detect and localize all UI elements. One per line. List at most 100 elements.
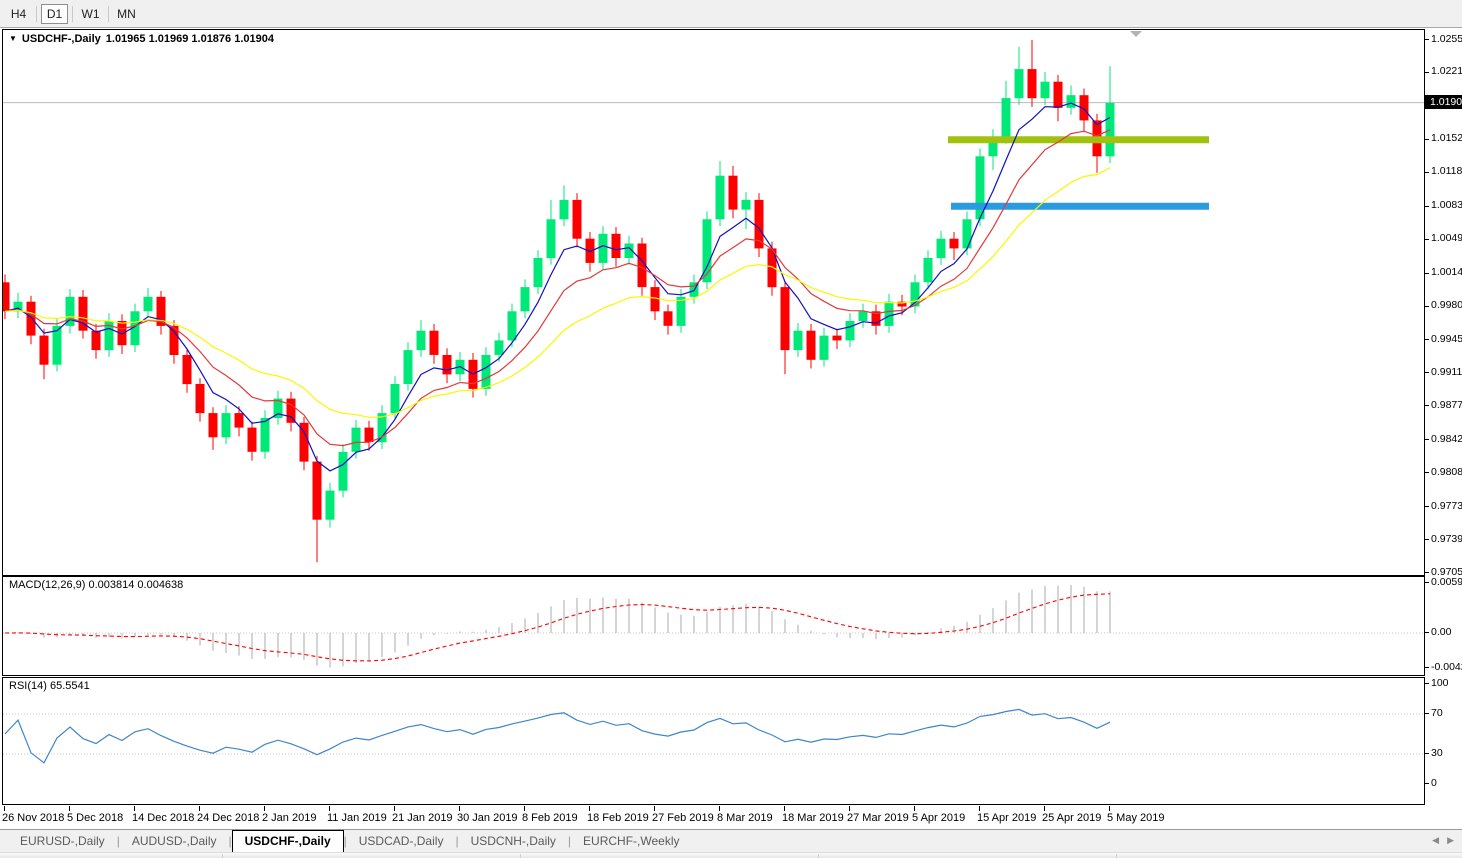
time-axis-tick: [329, 806, 330, 811]
time-axis-tick: [199, 806, 200, 811]
toolbar-separator: [72, 5, 73, 22]
timeframe-button-w1[interactable]: W1: [77, 4, 104, 24]
scrollbar-segment-mark: [222, 854, 223, 858]
time-axis-tick: [524, 806, 525, 811]
time-axis-tick: [784, 806, 785, 811]
axis-tick-mark: [1425, 783, 1429, 784]
axis-tick-mark: [1425, 372, 1429, 373]
rsi-axis-label: 70: [1431, 707, 1443, 719]
time-axis-label: 27 Mar 2019: [847, 812, 909, 824]
timeframe-button-mn[interactable]: MN: [113, 4, 140, 24]
timeframe-button-d1[interactable]: D1: [41, 3, 68, 24]
axis-tick-mark: [1425, 306, 1429, 307]
mt4-chart-window: H4 D1 W1 MN ▼ USDCHF-,Daily 1.01965 1.01969…: [0, 0, 1462, 858]
macd-panel[interactable]: MACD(12,26,9) 0.003814 0.004638: [2, 576, 1425, 676]
rsi-panel[interactable]: RSI(14) 65.5541: [2, 677, 1425, 805]
time-axis-label: 8 Feb 2019: [522, 812, 578, 824]
time-axis-tick: [1044, 806, 1045, 811]
time-axis-label: 25 Apr 2019: [1042, 812, 1102, 824]
price-axis-label: 0.98080: [1431, 466, 1462, 478]
time-axis-tick: [979, 806, 980, 811]
time-axis-label: 5 Dec 2018: [67, 812, 124, 824]
axis-tick-mark: [1425, 72, 1429, 73]
macd-label: MACD(12,26,9) 0.003814 0.004638: [9, 579, 184, 591]
time-axis-tick: [914, 806, 915, 811]
axis-tick-mark: [1425, 172, 1429, 173]
tab-eurusd-daily[interactable]: EURUSD-,Daily: [8, 831, 117, 852]
time-axis-tick: [264, 806, 265, 811]
axis-tick-mark: [1425, 339, 1429, 340]
price-axis-label: 1.00830: [1431, 199, 1462, 211]
macd-plot[interactable]: [3, 577, 1424, 675]
chart-tab-bar: EURUSD-,Daily | AUDUSD-,Daily | USDCHF-,Dail…: [0, 829, 1462, 853]
chart-dropdown-icon[interactable]: ▼: [9, 35, 17, 43]
main-chart-panel[interactable]: ▼ USDCHF-,Daily 1.01965 1.01969 1.01876 …: [2, 29, 1425, 576]
axis-tick-mark: [1425, 683, 1429, 684]
price-axis-label: 1.00490: [1431, 232, 1462, 244]
axis-tick-mark: [1425, 539, 1429, 540]
candlestick-plot[interactable]: [3, 30, 1424, 575]
tab-usdcad-daily[interactable]: USDCAD-,Daily: [347, 831, 456, 852]
time-axis-label: 26 Nov 2018: [2, 812, 65, 824]
axis-tick-mark: [1425, 405, 1429, 406]
tab-scroll-left-icon[interactable]: ◀: [1432, 835, 1439, 846]
time-axis-tick: [589, 806, 590, 811]
price-axis-label: 1.02210: [1431, 65, 1462, 77]
axis-tick-mark: [1425, 206, 1429, 207]
time-axis-label: 24 Dec 2018: [197, 812, 260, 824]
tab-eurchf-weekly[interactable]: EURCHF-,Weekly: [571, 831, 691, 852]
price-axis-label: 0.98770: [1431, 399, 1462, 411]
time-axis-tick: [849, 806, 850, 811]
time-axis-tick: [459, 806, 460, 811]
scrollbar-segment-mark: [818, 854, 819, 858]
rsi-axis-label: 0: [1431, 777, 1437, 789]
tab-usdchf-daily[interactable]: USDCHF-,Daily: [231, 830, 344, 853]
macd-axis: 0.00597 0.00 -0.004243: [1425, 576, 1462, 676]
timeframe-button-h4[interactable]: H4: [5, 4, 32, 24]
rsi-plot[interactable]: [3, 678, 1424, 804]
tab-usdcnh-daily[interactable]: USDCNH-,Daily: [459, 831, 568, 852]
axis-tick-mark: [1425, 472, 1429, 473]
price-axis-label: 1.01520: [1431, 132, 1462, 144]
tab-scroll-right-icon[interactable]: ▶: [1447, 835, 1454, 846]
axis-tick-mark: [1425, 667, 1429, 668]
chart-title: ▼ USDCHF-,Daily 1.01965 1.01969 1.01876 …: [9, 33, 274, 45]
time-axis-tick: [719, 806, 720, 811]
tab-scroll-arrows: ◀ ▶: [1432, 835, 1454, 846]
time-axis-label: 2 Jan 2019: [262, 812, 317, 824]
axis-tick-mark: [1425, 632, 1429, 633]
time-axis: 26 Nov 2018 5 Dec 2018 14 Dec 2018 24 De…: [0, 806, 1462, 828]
tab-audusd-daily[interactable]: AUDUSD-,Daily: [120, 831, 229, 852]
price-axis-label: 0.97730: [1431, 500, 1462, 512]
price-axis-label: 0.99450: [1431, 333, 1462, 345]
time-axis-tick: [4, 806, 5, 811]
price-axis-label: 1.02550: [1431, 33, 1462, 45]
axis-tick-mark: [1425, 39, 1429, 40]
time-axis-label: 18 Mar 2019: [782, 812, 844, 824]
axis-tick-mark: [1425, 273, 1429, 274]
time-axis-tick: [134, 806, 135, 811]
price-axis-label: 1.01180: [1431, 165, 1462, 177]
axis-tick-mark: [1425, 439, 1429, 440]
current-price-box: 1.01904: [1425, 95, 1462, 109]
time-axis-label: 11 Jan 2019: [327, 812, 387, 824]
time-axis-label: 5 May 2019: [1107, 812, 1165, 824]
macd-axis-label: 0.00597: [1431, 576, 1462, 588]
chart-symbol-label: USDCHF-,Daily: [21, 33, 101, 45]
time-axis-tick: [394, 806, 395, 811]
price-axis-label: 0.98420: [1431, 433, 1462, 445]
axis-tick-mark: [1425, 139, 1429, 140]
macd-axis-label: -0.004243: [1431, 661, 1462, 673]
time-axis-label: 14 Dec 2018: [132, 812, 195, 824]
price-axis-label: 1.00140: [1431, 266, 1462, 278]
timeframe-toolbar: H4 D1 W1 MN: [0, 0, 1462, 28]
time-axis-label: 27 Feb 2019: [652, 812, 714, 824]
axis-tick-mark: [1425, 582, 1429, 583]
horizontal-scrollbar[interactable]: [0, 852, 1462, 858]
time-axis-label: 21 Jan 2019: [392, 812, 453, 824]
price-axis-label: 0.99110: [1431, 366, 1462, 378]
axis-tick-mark: [1425, 753, 1429, 754]
time-axis-label: 8 Mar 2019: [717, 812, 773, 824]
time-axis-tick: [654, 806, 655, 811]
price-axis-label: 0.99800: [1431, 299, 1462, 311]
